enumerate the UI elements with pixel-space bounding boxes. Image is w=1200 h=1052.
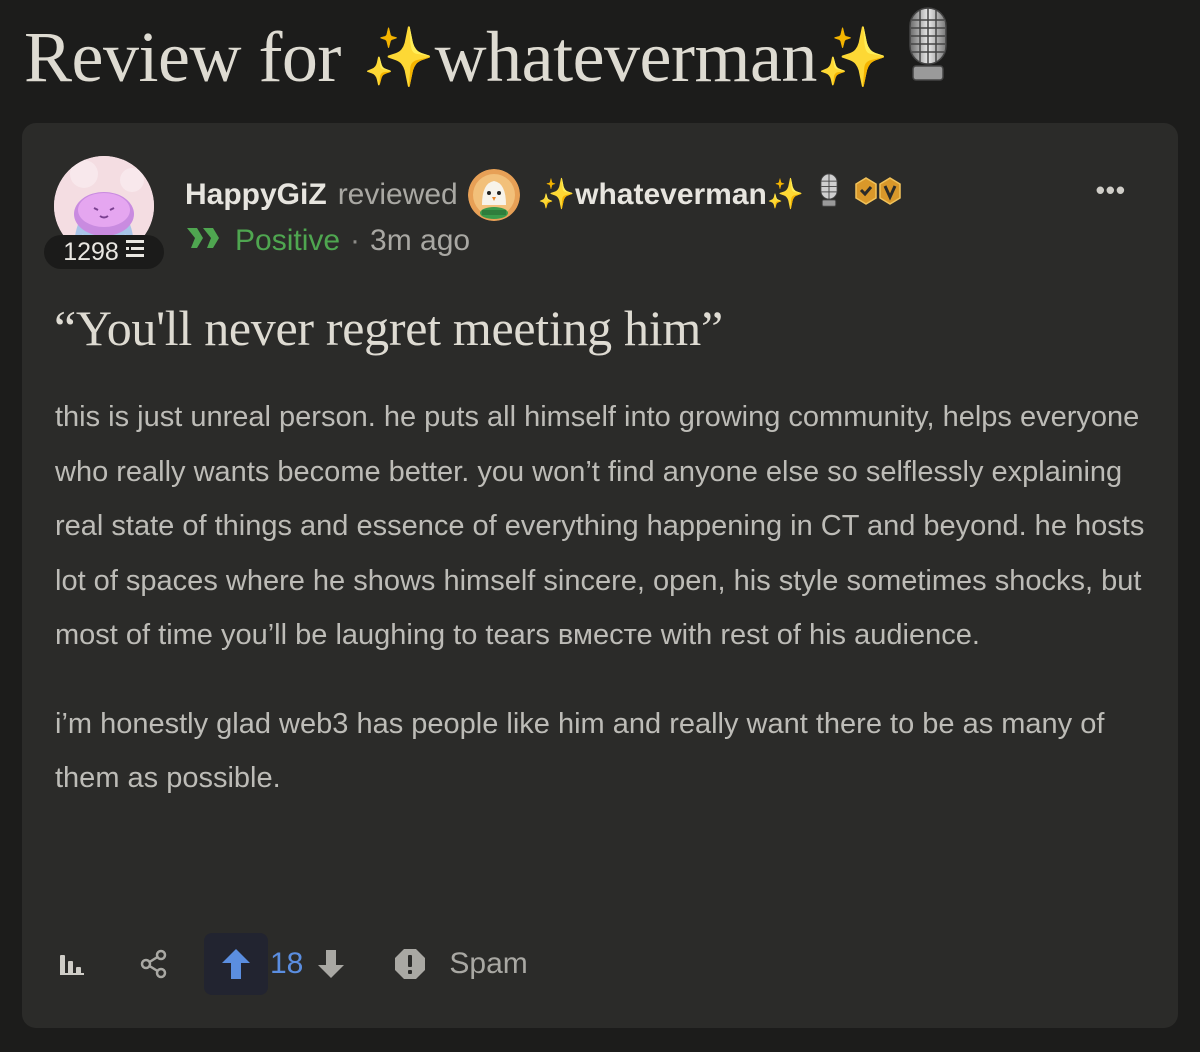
share-button[interactable] <box>132 942 176 986</box>
reviewed-label: reviewed <box>337 178 458 211</box>
review-card: 1298 HappyGiZ reviewed ✨ whateverman ✨ •… <box>22 123 1178 1028</box>
bar-chart-icon <box>60 955 84 975</box>
reviewer-name-link[interactable]: HappyGiZ <box>185 178 327 212</box>
review-paragraph: i’m honestly glad web3 has people like h… <box>55 707 1105 795</box>
stats-button[interactable] <box>50 942 94 986</box>
verified-badge-icon <box>852 176 908 214</box>
positive-chevrons-icon <box>185 224 223 258</box>
sentiment-line: Positive · 3m ago <box>185 224 470 258</box>
review-header: HappyGiZ reviewed ✨ whateverman ✨ <box>185 169 908 221</box>
bird-avatar-icon <box>467 169 520 221</box>
action-bar: 18 Spam <box>50 933 528 995</box>
target-avatar[interactable] <box>467 169 520 221</box>
reputation-score: 1298 <box>63 237 119 266</box>
share-icon <box>140 949 167 979</box>
alert-octagon-icon <box>395 949 426 979</box>
review-body: this is just unreal person. he puts all … <box>55 390 1150 840</box>
vote-count: 18 <box>270 947 304 980</box>
sentiment-label: Positive <box>235 224 341 257</box>
more-options-button[interactable]: ••• <box>1096 175 1126 206</box>
page-title-name: whateverman <box>434 16 818 97</box>
sparkle-icon: ✨ <box>537 177 576 212</box>
target-name-link[interactable]: ✨ whateverman ✨ <box>538 173 908 217</box>
stack-icon <box>125 238 145 267</box>
upvote-button[interactable] <box>204 933 268 995</box>
review-paragraph: this is just unreal person. he puts all … <box>55 401 1145 651</box>
reputation-score-badge: 1298 <box>44 235 164 269</box>
microphone-icon <box>816 173 842 217</box>
arrow-up-icon <box>222 949 250 979</box>
downvote-button[interactable] <box>309 942 353 986</box>
page-title: Review for ✨ whateverman ✨ <box>24 6 957 107</box>
timestamp: 3m ago <box>370 224 471 257</box>
sparkle-icon: ✨ <box>362 22 435 91</box>
arrow-down-icon <box>318 950 345 978</box>
sparkle-icon: ✨ <box>766 177 805 212</box>
microphone-icon <box>899 6 957 107</box>
review-title: “You'll never regret meeting him” <box>54 300 723 356</box>
spam-label: Spam <box>449 947 528 980</box>
sparkle-icon: ✨ <box>816 22 889 91</box>
spam-button[interactable]: Spam <box>393 947 528 981</box>
page-title-prefix: Review for <box>24 16 341 97</box>
separator: · <box>350 224 361 257</box>
target-name: whateverman <box>575 178 767 211</box>
